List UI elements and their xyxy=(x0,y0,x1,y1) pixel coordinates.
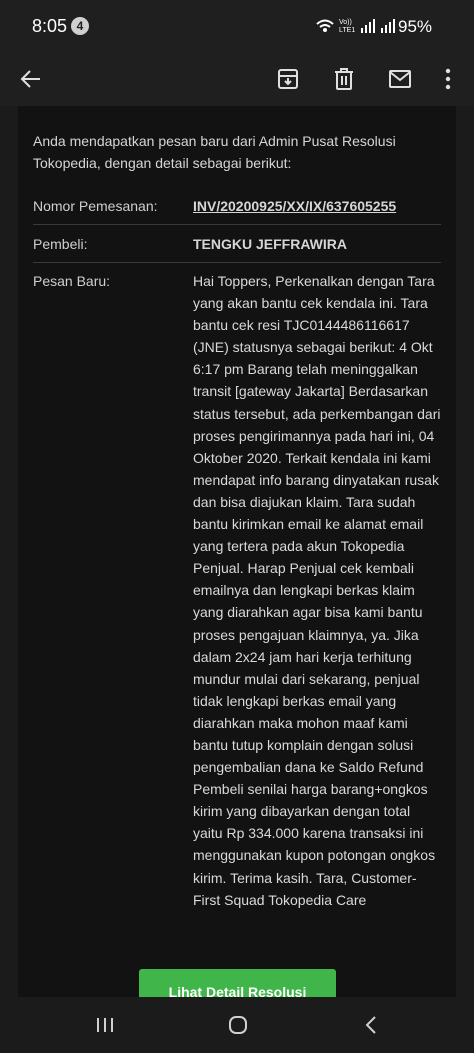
system-back-button[interactable] xyxy=(351,1007,391,1043)
back-button[interactable] xyxy=(12,60,50,98)
home-icon xyxy=(229,1016,247,1034)
svg-text:Vo)): Vo)) xyxy=(339,19,352,26)
delete-button[interactable] xyxy=(325,60,363,98)
archive-button[interactable] xyxy=(269,60,307,98)
battery-level: 95% xyxy=(398,17,433,36)
divider xyxy=(33,224,441,225)
recent-apps-button[interactable] xyxy=(85,1007,125,1043)
more-vert-icon xyxy=(445,68,451,90)
archive-icon xyxy=(278,69,298,89)
notification-count-badge: 4 xyxy=(71,17,89,35)
system-navigation-bar xyxy=(0,997,474,1053)
email-toolbar xyxy=(0,52,474,106)
recent-apps-icon xyxy=(97,1018,113,1032)
buyer-row: Pembeli: TENGKU JEFFRAWIRA xyxy=(33,236,441,260)
buyer-label: Pembeli: xyxy=(33,236,88,252)
status-time: 8:05 xyxy=(32,16,68,36)
mark-unread-button[interactable] xyxy=(381,60,419,98)
order-number-row: Nomor Pemesanan: INV/20200925/XX/IX/6376… xyxy=(33,198,441,222)
more-options-button[interactable] xyxy=(429,60,467,98)
status-bar: 8:05 4 Vo)) LTE1 95% xyxy=(0,0,474,52)
email-intro-text: Anda mendapatkan pesan baru dari Admin P… xyxy=(33,133,396,171)
home-button[interactable] xyxy=(218,1007,258,1043)
svg-text:LTE1: LTE1 xyxy=(339,27,355,34)
mark-unread-icon xyxy=(389,70,411,88)
buyer-name: TENGKU JEFFRAWIRA xyxy=(193,236,347,252)
view-resolution-detail-button[interactable]: Lihat Detail Resolusi xyxy=(139,969,336,997)
message-body: Hai Toppers, Perkenalkan dengan Tara yan… xyxy=(193,273,441,908)
order-number-label: Nomor Pemesanan: xyxy=(33,198,158,214)
back-arrow-icon xyxy=(20,70,40,88)
divider xyxy=(33,262,441,263)
delete-icon xyxy=(335,68,353,90)
back-icon xyxy=(365,1016,376,1034)
message-label: Pesan Baru: xyxy=(33,273,111,289)
order-number-link[interactable]: INV/20200925/XX/IX/637605255 xyxy=(193,198,396,214)
email-body: Anda mendapatkan pesan baru dari Admin P… xyxy=(18,106,456,997)
